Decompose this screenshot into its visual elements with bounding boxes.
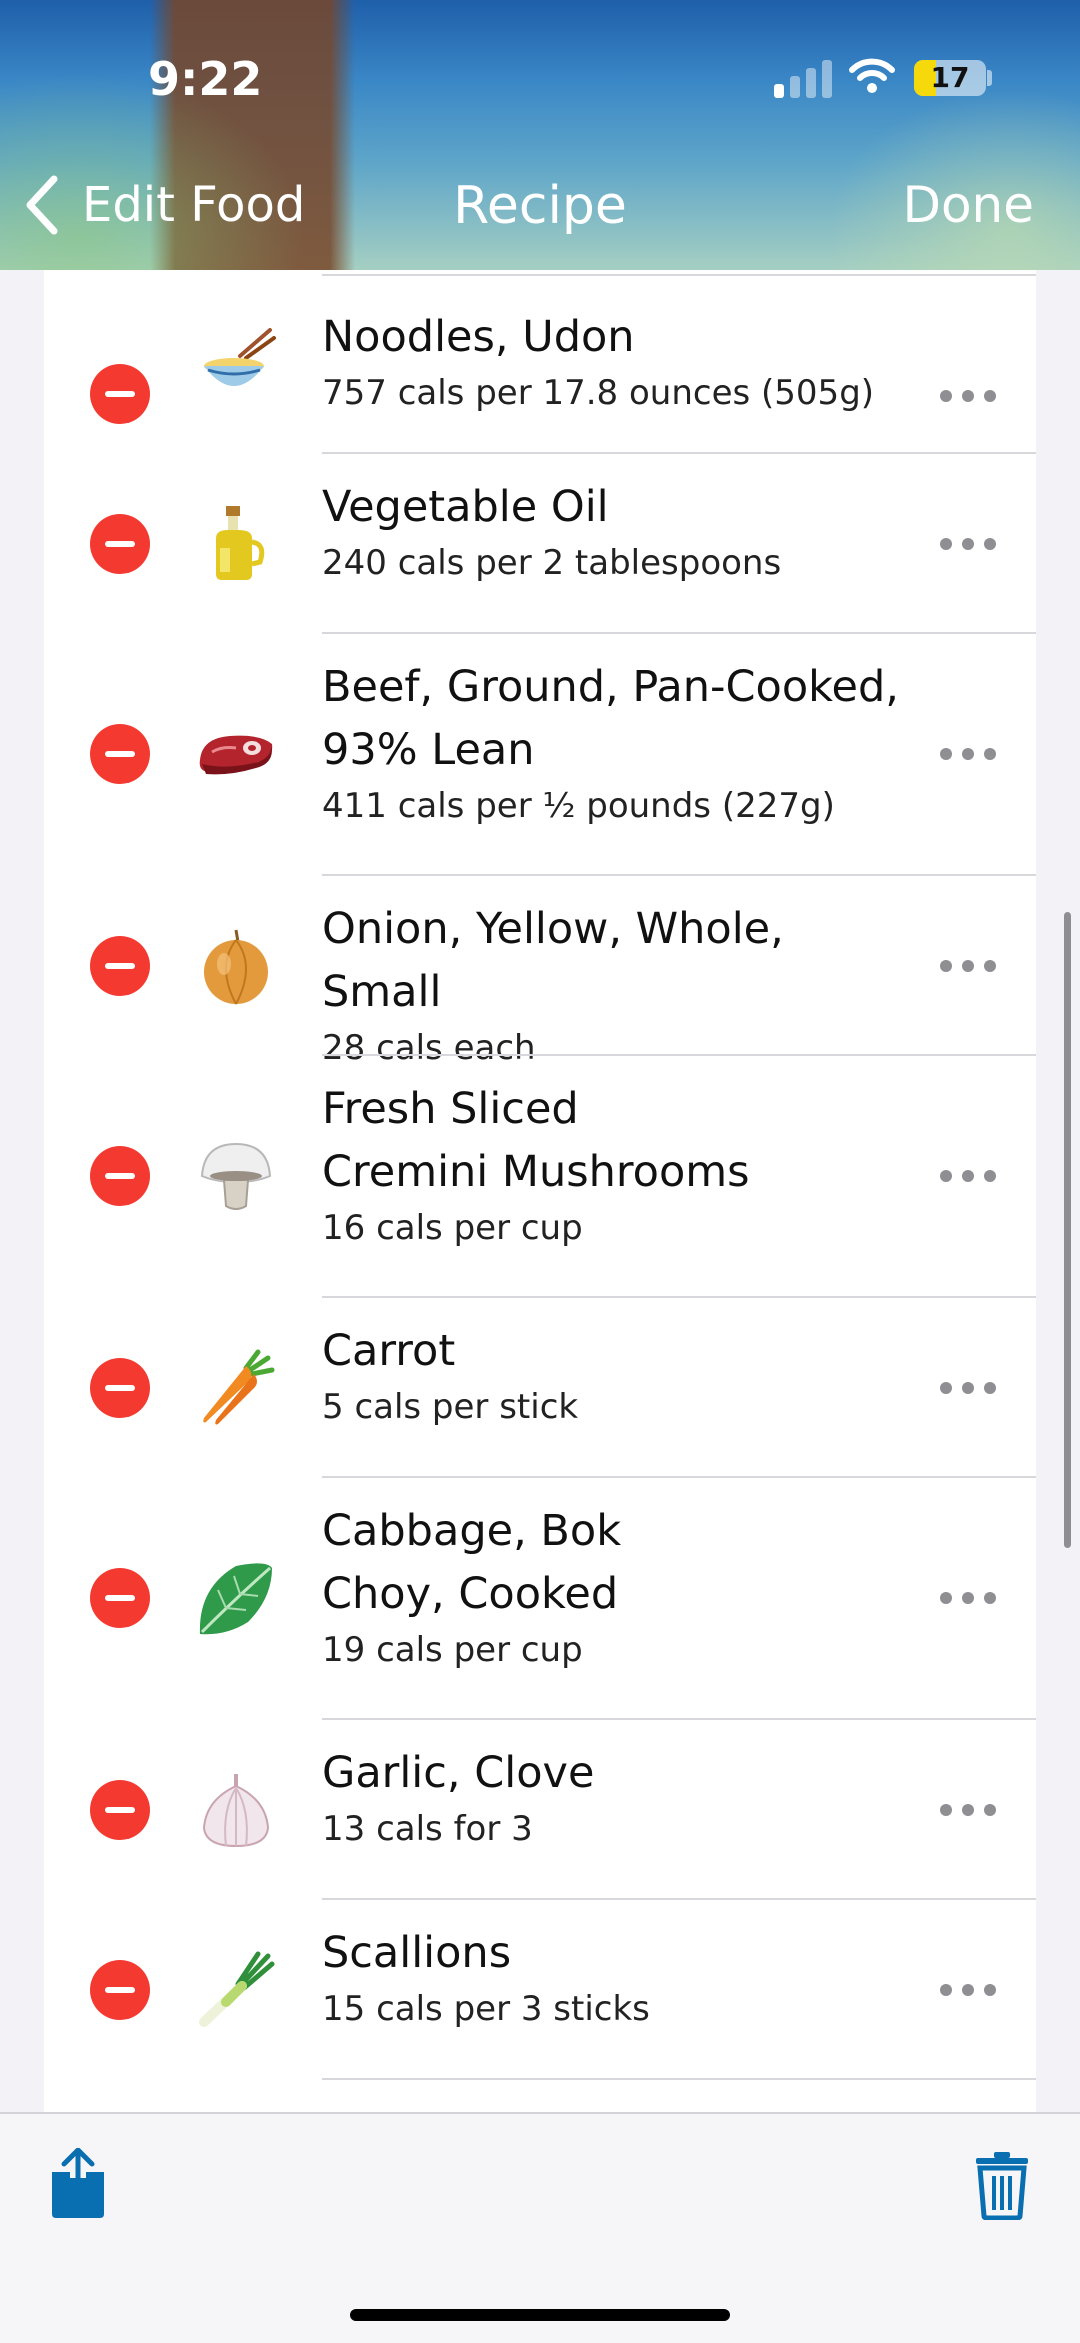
remove-ingredient-button[interactable] bbox=[90, 1960, 150, 2020]
more-options-icon[interactable] bbox=[940, 1800, 996, 1820]
remove-ingredient-button[interactable] bbox=[90, 1358, 150, 1418]
steak-icon bbox=[199, 735, 273, 775]
more-options-icon[interactable] bbox=[940, 1378, 996, 1398]
ingredient-name: Cabbage, Bok bbox=[322, 1506, 622, 1556]
share-icon[interactable] bbox=[50, 2148, 106, 2220]
ingredient-name: Onion, Yellow, Whole, Small bbox=[322, 904, 784, 1017]
list-item[interactable]: Fresh Sliced Cremini Mushrooms 16 cals p… bbox=[44, 1056, 1036, 1298]
ingredient-name: Garlic, Clove bbox=[322, 1748, 595, 1798]
remove-ingredient-button[interactable] bbox=[90, 364, 150, 424]
home-indicator bbox=[350, 2309, 730, 2321]
list-item[interactable]: Cabbage, Bok Choy, Cooked 19 cals per cu… bbox=[44, 1478, 1036, 1720]
ingredient-name: Carrot bbox=[322, 1326, 456, 1376]
list-item[interactable]: Beef, Ground, Pan-Cooked, 93% Lean 411 c… bbox=[44, 634, 1036, 876]
scrollbar[interactable] bbox=[1064, 912, 1071, 1548]
battery-icon: 17 bbox=[914, 60, 986, 96]
list-item[interactable]: Onion, Yellow, Whole, Small 28 cals each bbox=[44, 876, 1036, 1068]
ingredient-name: Scallions bbox=[322, 1928, 512, 1978]
onion-icon bbox=[204, 929, 268, 1005]
remove-ingredient-button[interactable] bbox=[90, 724, 150, 784]
wifi-icon bbox=[849, 58, 895, 93]
remove-ingredient-button[interactable] bbox=[90, 1146, 150, 1206]
more-options-icon[interactable] bbox=[940, 386, 996, 406]
ingredient-name: Noodles, Udon bbox=[322, 312, 635, 362]
more-options-icon[interactable] bbox=[940, 1980, 996, 2000]
battery-tip bbox=[987, 70, 992, 86]
more-options-icon[interactable] bbox=[940, 744, 996, 764]
list-item[interactable]: Scallions 15 cals per 3 sticks bbox=[44, 1900, 1036, 2080]
leafy-green-icon bbox=[199, 1563, 272, 1635]
remove-ingredient-button[interactable] bbox=[90, 1780, 150, 1840]
list-item[interactable]: Vegetable Oil 240 cals per 2 tablespoons bbox=[44, 454, 1036, 634]
remove-ingredient-button[interactable] bbox=[90, 514, 150, 574]
remove-ingredient-button[interactable] bbox=[90, 936, 150, 996]
ingredient-name: Beef, Ground, Pan-Cooked, bbox=[322, 662, 899, 712]
ingredient-name: Fresh Sliced bbox=[322, 1084, 579, 1134]
ingredient-name-continued: Cremini Mushrooms bbox=[322, 1147, 750, 1197]
list-item[interactable]: Noodles, Udon 757 cals per 17.8 ounces (… bbox=[44, 270, 1036, 454]
status-time: 9:22 bbox=[148, 52, 263, 106]
ingredient-calories: 240 cals per 2 tablespoons bbox=[322, 543, 782, 583]
ingredient-name-continued: 93% Lean bbox=[322, 725, 535, 775]
ingredient-calories: 19 cals per cup bbox=[322, 1630, 583, 1670]
ingredient-name-continued: Choy, Cooked bbox=[322, 1569, 619, 1619]
header-background: 9:22 17 Edit Food Recipe Done bbox=[0, 0, 1080, 270]
ingredient-calories: 757 cals per 17.8 ounces (505g) bbox=[322, 373, 875, 413]
list-item[interactable]: Carrot 5 cals per stick bbox=[44, 1298, 1036, 1478]
ingredient-name: Vegetable Oil bbox=[322, 482, 609, 532]
garlic-icon bbox=[202, 1774, 270, 1848]
more-options-icon[interactable] bbox=[940, 534, 996, 554]
done-button[interactable]: Done bbox=[902, 176, 1034, 234]
oil-bottle-icon bbox=[216, 506, 265, 580]
ingredient-calories: 16 cals per cup bbox=[322, 1208, 583, 1248]
ingredient-list: Noodles, Udon 757 cals per 17.8 ounces (… bbox=[44, 270, 1036, 2112]
mushroom-icon bbox=[200, 1142, 272, 1210]
list-item[interactable]: Garlic, Clove 13 cals for 3 bbox=[44, 1720, 1036, 1900]
ingredient-calories: 411 cals per ½ pounds (227g) bbox=[322, 786, 835, 826]
ingredient-calories: 5 cals per stick bbox=[322, 1387, 579, 1427]
scallion-icon bbox=[199, 1951, 275, 2027]
battery-level: 17 bbox=[930, 61, 970, 94]
ingredient-calories: 13 cals for 3 bbox=[322, 1809, 533, 1849]
more-options-icon[interactable] bbox=[940, 956, 996, 976]
trash-icon[interactable] bbox=[974, 2150, 1030, 2220]
more-options-icon[interactable] bbox=[940, 1166, 996, 1186]
udon-noodles-icon bbox=[204, 328, 276, 386]
carrot-icon bbox=[203, 1349, 275, 1425]
cellular-signal-icon bbox=[774, 60, 834, 98]
more-options-icon[interactable] bbox=[940, 1588, 996, 1608]
remove-ingredient-button[interactable] bbox=[90, 1568, 150, 1628]
ingredient-calories: 15 cals per 3 sticks bbox=[322, 1989, 650, 2029]
